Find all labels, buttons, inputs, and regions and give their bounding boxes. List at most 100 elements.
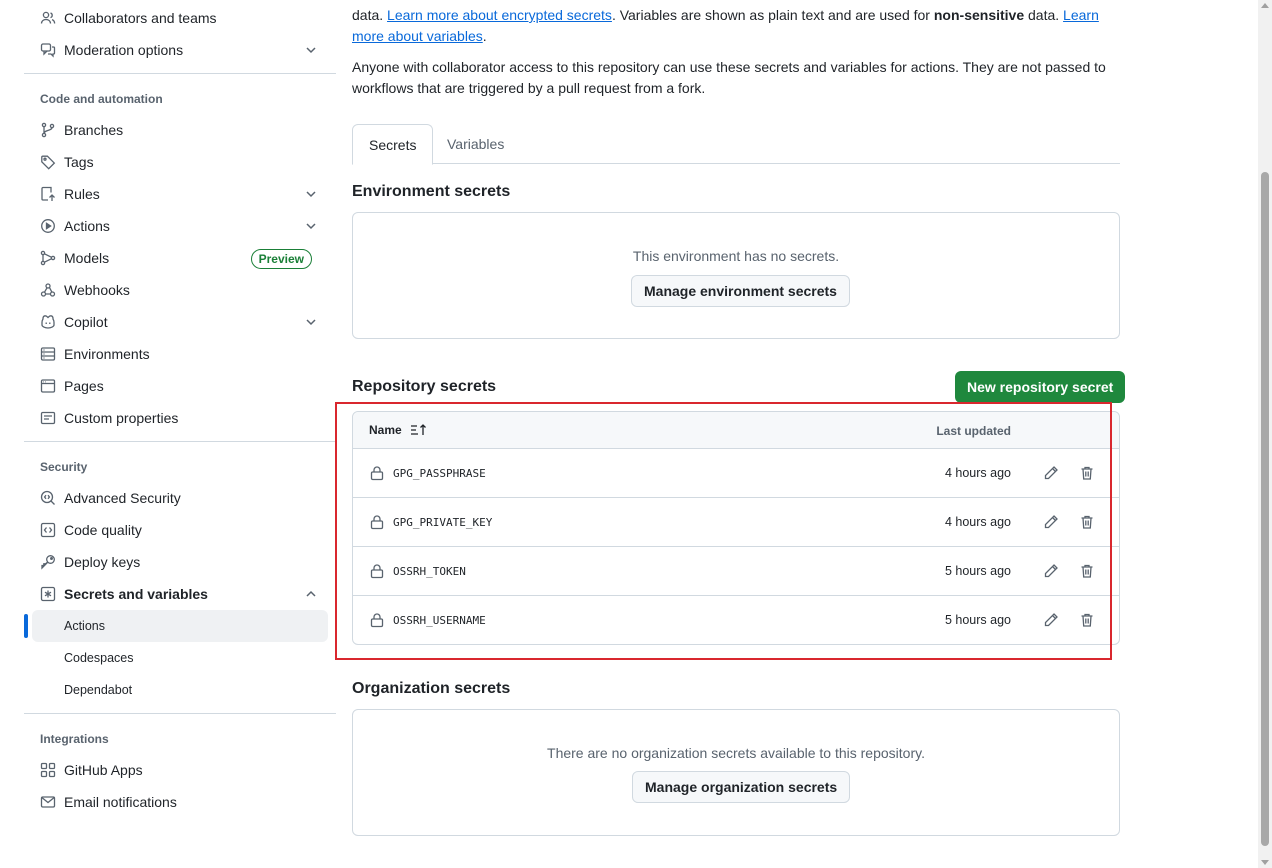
intro-text: data. Learn more about encrypted secrets… — [352, 5, 1120, 47]
active-indicator — [24, 614, 28, 638]
tag-icon — [40, 154, 56, 170]
sidebar-item-deploy-keys[interactable]: Deploy keys — [32, 546, 328, 578]
new-repository-secret-button[interactable]: New repository secret — [955, 371, 1126, 403]
page-scrollbar[interactable] — [1258, 0, 1272, 868]
sidebar-item-label: Environments — [64, 346, 150, 362]
sidebar-item-label: Pages — [64, 378, 104, 394]
intro-prefix: data. — [352, 7, 388, 23]
chevron-down-icon — [304, 315, 318, 329]
organization-secrets-box: There are no organization secrets availa… — [352, 709, 1120, 836]
manage-environment-secrets-button[interactable]: Manage environment secrets — [631, 275, 850, 307]
scroll-thumb[interactable] — [1261, 172, 1269, 846]
sidebar-item-label: Advanced Security — [64, 490, 181, 506]
sidebar-item-rules[interactable]: Rules — [32, 178, 328, 210]
sidebar-item-pages[interactable]: Pages — [32, 370, 328, 402]
webhook-icon — [40, 282, 56, 298]
chevron-up-icon — [304, 587, 318, 601]
copilot-icon — [40, 314, 56, 330]
sidebar-item-tags[interactable]: Tags — [32, 146, 328, 178]
group-title-security: Security — [40, 460, 88, 474]
sidebar-item-label: Actions — [64, 218, 110, 234]
sidebar-item-environments[interactable]: Environments — [32, 338, 328, 370]
access-note: Anyone with collaborator access to this … — [352, 59, 1106, 96]
sidebar-item-branches[interactable]: Branches — [32, 114, 328, 146]
key-icon — [40, 554, 56, 570]
sidebar-item-custom-properties[interactable]: Custom properties — [32, 402, 328, 434]
sidebar-item-label: Webhooks — [64, 282, 130, 298]
intro-bold: non-sensitive — [933, 7, 1025, 23]
apps-icon — [40, 762, 56, 778]
sidebar-divider — [24, 441, 336, 442]
sidebar-subitem-actions[interactable]: Actions — [32, 610, 328, 642]
key-asterisk-icon — [40, 586, 56, 602]
sidebar-item-code-quality[interactable]: Code quality — [32, 514, 328, 546]
ai-model-icon — [40, 250, 56, 266]
sidebar-subitem-label: Actions — [64, 619, 105, 633]
chevron-down-icon — [304, 187, 318, 201]
people-icon — [40, 10, 56, 26]
encrypted-secrets-link[interactable]: Learn more about encrypted secrets — [387, 7, 612, 23]
sidebar-item-copilot[interactable]: Copilot — [32, 306, 328, 338]
intro-after-bold: data. — [1024, 7, 1064, 23]
sidebar-item-advanced-security[interactable]: Advanced Security — [32, 482, 328, 514]
environment-empty-text: This environment has no secrets. — [632, 248, 840, 264]
sidebar-item-label: Email notifications — [64, 794, 177, 810]
sidebar-item-moderation[interactable]: Moderation options — [32, 34, 328, 66]
sidebar-item-label: Rules — [64, 186, 100, 202]
sidebar-subitem-dependabot[interactable]: Dependabot — [32, 674, 328, 706]
scroll-up-arrow-icon[interactable] — [1261, 3, 1269, 8]
mail-icon — [40, 794, 56, 810]
chevron-down-icon — [304, 219, 318, 233]
secrets-tabs: Secrets Variables — [352, 124, 1120, 165]
sidebar-item-github-apps[interactable]: GitHub Apps — [32, 754, 328, 786]
git-branch-icon — [40, 122, 56, 138]
manage-organization-secrets-button[interactable]: Manage organization secrets — [632, 771, 851, 803]
environment-secrets-box: This environment has no secrets. Manage … — [352, 212, 1120, 339]
intro-suffix: . — [482, 28, 487, 44]
sidebar-subitem-codespaces[interactable]: Codespaces — [32, 642, 328, 674]
intro-middle: . Variables are shown as plain text and … — [611, 7, 934, 23]
sidebar-item-label: Custom properties — [64, 410, 179, 426]
settings-sidebar: Collaborators and teams Moderation optio… — [24, 0, 336, 868]
sidebar-divider — [24, 713, 336, 714]
server-icon — [40, 346, 56, 362]
repository-secrets-title: Repository secrets — [352, 378, 497, 395]
sidebar-item-secrets-variables[interactable]: Secrets and variables — [32, 578, 328, 610]
sidebar-item-label: Branches — [64, 122, 124, 138]
sidebar-item-label: Copilot — [64, 314, 108, 330]
note-icon — [40, 410, 56, 426]
sidebar-item-label: Collaborators and teams — [64, 10, 217, 26]
sidebar-item-label: Code quality — [64, 522, 142, 538]
sidebar-item-collaborators[interactable]: Collaborators and teams — [32, 2, 328, 34]
organization-secrets-title: Organization secrets — [352, 680, 511, 697]
preview-badge: Preview — [250, 249, 312, 269]
sidebar-item-email-notifications[interactable]: Email notifications — [32, 786, 328, 818]
sidebar-item-label: Tags — [64, 154, 94, 170]
scroll-down-arrow-icon[interactable] — [1261, 860, 1269, 865]
sidebar-item-label: Secrets and variables — [64, 586, 208, 602]
sidebar-item-webhooks[interactable]: Webhooks — [32, 274, 328, 306]
tab-variables[interactable]: Variables — [431, 124, 520, 164]
sidebar-item-label: Deploy keys — [64, 554, 141, 570]
sidebar-subitem-label: Dependabot — [64, 683, 133, 697]
comment-discussion-icon — [40, 42, 56, 58]
group-title-integrations: Integrations — [40, 732, 109, 746]
sidebar-item-actions[interactable]: Actions — [32, 210, 328, 242]
tab-secrets[interactable]: Secrets — [352, 124, 434, 165]
sidebar-item-label: Moderation options — [64, 42, 184, 58]
sidebar-item-label: GitHub Apps — [64, 762, 143, 778]
repo-push-icon — [40, 186, 56, 202]
group-title-code-automation: Code and automation — [40, 92, 163, 106]
chevron-down-icon — [304, 43, 318, 57]
play-icon — [40, 218, 56, 234]
environment-secrets-title: Environment secrets — [352, 183, 511, 200]
sidebar-divider — [24, 73, 336, 74]
codescan-icon — [40, 490, 56, 506]
code-square-icon — [40, 522, 56, 538]
sidebar-item-label: Models — [64, 250, 110, 266]
browser-icon — [40, 378, 56, 394]
organization-empty-text: There are no organization secrets availa… — [547, 745, 925, 761]
highlight-outline — [335, 402, 1112, 660]
sidebar-subitem-label: Codespaces — [64, 651, 134, 665]
sidebar-item-models[interactable]: Models Preview — [32, 242, 328, 274]
